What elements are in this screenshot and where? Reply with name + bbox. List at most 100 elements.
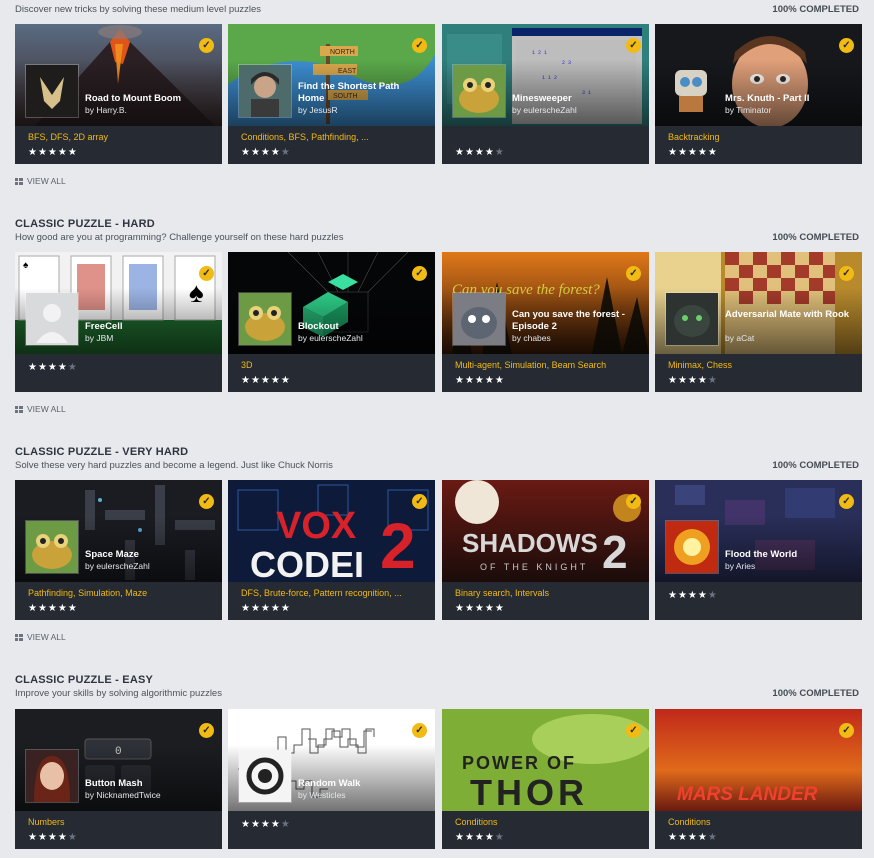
puzzle-tags: Minimax, Chess xyxy=(668,360,733,370)
puzzle-card[interactable]: Random Walk by Westicles ✓ ★★★★★ xyxy=(228,709,435,849)
tag[interactable]: Conditions xyxy=(668,817,711,827)
tag[interactable]: Brute-force xyxy=(264,588,309,598)
puzzle-card[interactable]: ♠ ♠ FreeCell by JBM ✓ ★★★★★ xyxy=(15,252,222,392)
puzzle-card[interactable]: POWER OF THOR ✓ Conditions ★★★★★ xyxy=(442,709,649,849)
puzzle-card-row: 0 Button Mash by NicknamedTwice ✓ Number… xyxy=(15,709,862,849)
tag[interactable]: Intervals xyxy=(515,588,549,598)
tag[interactable]: Simulation xyxy=(505,360,547,370)
vox-codei-2-cover: VOX CODEI 2 xyxy=(228,480,435,582)
puzzle-tags: Multi-agent, Simulation, Beam Search xyxy=(455,360,607,370)
grid-icon xyxy=(15,634,23,641)
spiral-avatar xyxy=(238,749,292,803)
tag: ... xyxy=(394,588,402,598)
star-rating: ★★★★★ xyxy=(241,819,291,830)
puzzle-title: Adversarial Mate with Rook xyxy=(725,309,850,320)
star-rating: ★★★★★ xyxy=(241,375,291,386)
tag[interactable]: 2D array xyxy=(74,132,109,142)
puzzle-card-row: Space Maze by eulerscheZahl ✓ Pathfindin… xyxy=(15,480,862,620)
puzzle-title: Space Maze xyxy=(85,549,139,560)
star-rating: ★★★★★ xyxy=(28,147,78,158)
tag[interactable]: Numbers xyxy=(28,817,65,827)
view-all-link[interactable]: VIEW ALL xyxy=(15,630,862,644)
section-very-hard: CLASSIC PUZZLE - VERY HARD Solve these v… xyxy=(15,445,862,644)
section-easy: CLASSIC PUZZLE - EASY Improve your skill… xyxy=(15,673,862,849)
tag[interactable]: Conditions xyxy=(241,132,284,142)
tag[interactable]: Simulation xyxy=(78,588,120,598)
view-all-link[interactable]: VIEW ALL xyxy=(15,402,862,416)
tag[interactable]: Multi-agent xyxy=(455,360,500,370)
check-icon: ✓ xyxy=(412,38,427,53)
star-rating: ★★★★★ xyxy=(668,832,718,843)
puzzle-title: Button Mash xyxy=(85,778,143,789)
check-icon: ✓ xyxy=(199,38,214,53)
tag[interactable]: DFS xyxy=(241,588,259,598)
puzzle-card[interactable]: Road to Mount Boom by Harry.B. ✓ BFS, DF… xyxy=(15,24,222,164)
puzzle-author: by eulerscheZahl xyxy=(298,333,363,343)
grid-icon xyxy=(15,406,23,413)
explosion-avatar xyxy=(665,520,719,574)
completion-status: 100% COMPLETED xyxy=(772,232,859,243)
tag[interactable]: Pathfinding xyxy=(28,588,73,598)
tag[interactable]: BFS xyxy=(28,132,46,142)
tag[interactable]: BFS xyxy=(289,132,307,142)
cover-text: POWER OF xyxy=(462,753,576,773)
star-rating: ★★★★★ xyxy=(241,147,291,158)
puzzle-card[interactable]: 1 2 12 31 1 23 1 Minesweeper by eulersch… xyxy=(442,24,649,164)
tag[interactable]: Beam Search xyxy=(552,360,607,370)
puzzle-card[interactable]: Adversarial Mate with Rook by aCat ✓ Min… xyxy=(655,252,862,392)
puzzle-author: by Harry.B. xyxy=(85,105,127,115)
tag[interactable]: Pattern recognition xyxy=(314,588,390,598)
tag[interactable]: Chess xyxy=(707,360,733,370)
puzzle-card[interactable]: Space Maze by eulerscheZahl ✓ Pathfindin… xyxy=(15,480,222,620)
check-icon: ✓ xyxy=(839,494,854,509)
check-icon: ✓ xyxy=(412,723,427,738)
tag[interactable]: 3D xyxy=(241,360,253,370)
puzzle-title: Random Walk xyxy=(298,778,361,789)
tag[interactable]: Maze xyxy=(125,588,147,598)
tag[interactable]: DFS xyxy=(51,132,69,142)
star-rating: ★★★★★ xyxy=(668,147,718,158)
puzzle-card[interactable]: Blockout by eulerscheZahl ✓ 3D ★★★★★ xyxy=(228,252,435,392)
wolf-logo-avatar xyxy=(25,64,79,118)
puzzle-card[interactable]: SHADOWS 2 OF THE KNIGHT ✓ Binary search,… xyxy=(442,480,649,620)
dark-cat-avatar xyxy=(665,292,719,346)
cover-text: 2 xyxy=(602,526,628,578)
toad-avatar xyxy=(238,292,292,346)
puzzle-author: by eulerscheZahl xyxy=(512,105,577,115)
star-rating: ★★★★★ xyxy=(28,603,78,614)
puzzle-tags: Pathfinding, Simulation, Maze xyxy=(28,588,148,598)
tag: ... xyxy=(361,132,369,142)
check-icon: ✓ xyxy=(626,723,641,738)
puzzle-author: by aCat xyxy=(725,333,755,343)
puzzle-card[interactable]: Mrs. Knuth - Part II by Timinator ✓ Back… xyxy=(655,24,862,164)
check-icon: ✓ xyxy=(199,494,214,509)
puzzle-author: by Timinator xyxy=(725,105,772,115)
check-icon: ✓ xyxy=(199,723,214,738)
section-title: CLASSIC PUZZLE - VERY HARD xyxy=(15,446,189,458)
puzzle-card[interactable]: Can you save the forest? Can you save th… xyxy=(442,252,649,392)
view-all-link[interactable]: VIEW ALL xyxy=(15,174,862,188)
tag[interactable]: Pathfinding xyxy=(311,132,356,142)
star-rating: ★★★★★ xyxy=(455,832,505,843)
tag[interactable]: Binary search xyxy=(455,588,510,598)
girl-avatar xyxy=(238,64,292,118)
puzzle-card[interactable]: Flood the World by Aries ✓ ★★★★★ xyxy=(655,480,862,620)
tag[interactable]: Conditions xyxy=(455,817,498,827)
check-icon: ✓ xyxy=(839,266,854,281)
puzzle-card[interactable]: 0 Button Mash by NicknamedTwice ✓ Number… xyxy=(15,709,222,849)
section-title: CLASSIC PUZZLE - EASY xyxy=(15,674,154,686)
puzzle-card[interactable]: MARS LANDER ✓ Conditions ★★★★★ xyxy=(655,709,862,849)
tag[interactable]: Minimax xyxy=(668,360,702,370)
tag[interactable]: Backtracking xyxy=(668,132,720,142)
cover-text: OF THE KNIGHT xyxy=(480,562,588,572)
puzzle-card[interactable]: NORTH EAST SOUTH Find the Shortest Path … xyxy=(228,24,435,164)
puzzle-card[interactable]: VOX CODEI 2 ✓ DFS, Brute-force, Pattern … xyxy=(228,480,435,620)
puzzle-title: Flood the World xyxy=(725,549,798,560)
puzzle-author: by chabes xyxy=(512,333,551,343)
puzzle-author: by Westicles xyxy=(298,790,346,800)
check-icon: ✓ xyxy=(839,723,854,738)
default-avatar xyxy=(25,292,79,346)
star-rating: ★★★★★ xyxy=(28,362,78,373)
cover-text: THOR xyxy=(470,772,588,811)
puzzle-tags: BFS, DFS, 2D array xyxy=(28,132,109,142)
